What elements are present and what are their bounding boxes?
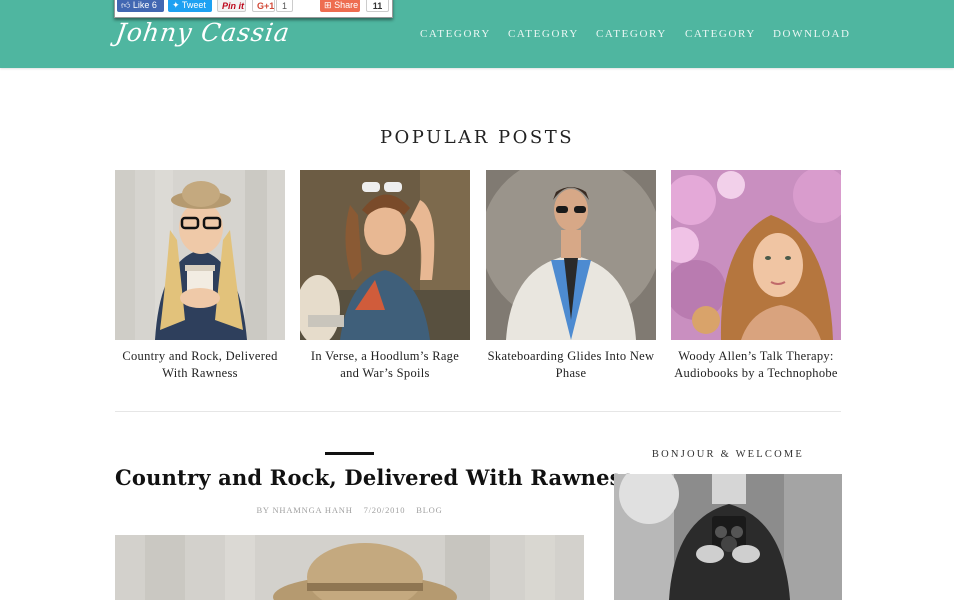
title-accent-bar [325, 452, 374, 455]
popular-post-card[interactable]: Country and Rock, Delivered With Rawness [115, 170, 285, 382]
share-label: Share [334, 0, 359, 10]
google-plus-count: 1 [276, 0, 293, 12]
tweet-button[interactable]: ✦ Tweet [168, 0, 212, 12]
post-date: 7/20/2010 [363, 505, 406, 515]
welcome-widget-title: BONJOUR & WELCOME [651, 449, 805, 460]
post-thumbnail[interactable] [486, 170, 656, 340]
post-featured-image[interactable] [115, 535, 584, 600]
popular-post-card[interactable]: In Verse, a Hoodlum’s Rage and War’s Spo… [300, 170, 470, 382]
welcome-widget-image [614, 474, 842, 600]
post-title[interactable]: Country and Rock, Delivered With Rawness [115, 465, 634, 490]
tweet-label: Tweet [181, 0, 206, 10]
thumbs-up-icon: 👍︎ [121, 0, 131, 10]
share-button[interactable]: ⊞ Share [320, 0, 360, 12]
post-title-link[interactable]: Country and Rock, Delivered With Rawness [115, 348, 285, 382]
nav-item-category-2[interactable]: CATEGORY [508, 28, 579, 40]
post-title-link[interactable]: Skateboarding Glides Into New Phase [486, 348, 656, 382]
twitter-bird-icon: ✦ [172, 0, 180, 10]
social-share-bar: 👍︎ Like 6 ✦ Tweet Pin it G+1 1 ⊞ Share 1… [114, 0, 393, 18]
nav-item-category-4[interactable]: CATEGORY [685, 28, 756, 40]
nav-item-download[interactable]: DOWNLOAD [773, 28, 851, 40]
section-divider [115, 411, 841, 412]
main-nav: CATEGORY CATEGORY CATEGORY CATEGORY DOWN… [0, 28, 954, 44]
post-thumbnail[interactable] [115, 170, 285, 340]
share-count: 11 [366, 0, 389, 12]
popular-posts-heading: POPULAR POSTS [379, 127, 575, 148]
facebook-like-button[interactable]: 👍︎ Like 6 [117, 0, 164, 12]
popular-post-card[interactable]: Skateboarding Glides Into New Phase [486, 170, 656, 382]
popular-post-card[interactable]: Woody Allen’s Talk Therapy: Audiobooks b… [671, 170, 841, 382]
like-label: Like 6 [132, 0, 157, 10]
post-thumbnail[interactable] [671, 170, 841, 340]
post-title-link[interactable]: In Verse, a Hoodlum’s Rage and War’s Spo… [300, 348, 470, 382]
share-icon: ⊞ [324, 0, 332, 10]
post-thumbnail[interactable] [300, 170, 470, 340]
post-category[interactable]: BLOG [416, 505, 442, 515]
post-title-link[interactable]: Woody Allen’s Talk Therapy: Audiobooks b… [671, 348, 841, 382]
post-author[interactable]: BY NHAMNGA HANH [256, 505, 352, 515]
nav-item-category-3[interactable]: CATEGORY [596, 28, 667, 40]
pinterest-button[interactable]: Pin it [217, 0, 246, 12]
post-meta: BY NHAMNGA HANH 7/20/2010 BLOG [115, 505, 584, 515]
nav-item-category-1[interactable]: CATEGORY [420, 28, 491, 40]
google-plus-button[interactable]: G+1 [252, 0, 275, 12]
